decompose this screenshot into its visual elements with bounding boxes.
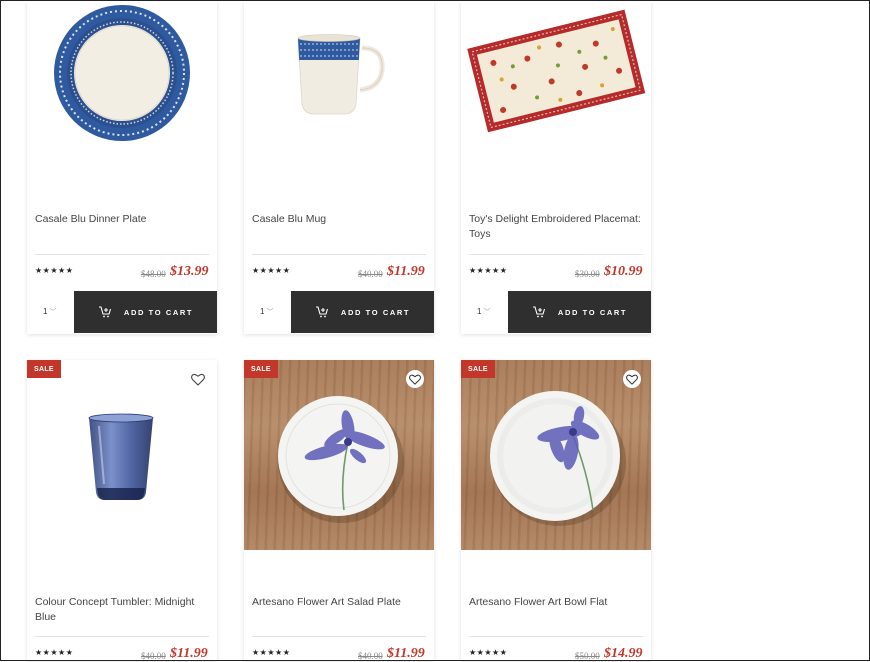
- rating-stars: ★★★★★: [252, 648, 291, 657]
- add-to-cart-button[interactable]: ADD TO CART: [291, 291, 434, 333]
- product-card[interactable]: SALE Artesano Flower Art Salad Plate ★★★…: [244, 360, 434, 661]
- quantity-value: 1: [43, 307, 48, 316]
- product-image[interactable]: [461, 360, 651, 550]
- quantity-select[interactable]: 1 ﹀: [477, 307, 490, 317]
- sale-badge: SALE: [27, 360, 61, 378]
- product-card[interactable]: Casale Blu Dinner Plate ★★★★★ $48.00 $13…: [27, 0, 217, 334]
- product-image[interactable]: [244, 0, 434, 200]
- placemat-image: [467, 9, 646, 133]
- sale-badge: SALE: [461, 360, 495, 378]
- wishlist-button[interactable]: [406, 370, 424, 388]
- salad-plate-image: [278, 396, 404, 523]
- divider: [35, 636, 209, 637]
- sale-price: $13.99: [170, 264, 209, 279]
- cart-plus-icon: [315, 306, 328, 318]
- product-title[interactable]: Artesano Flower Art Salad Plate: [252, 595, 428, 610]
- rating-stars: ★★★★★: [252, 266, 291, 275]
- quantity-select[interactable]: 1 ﹀: [43, 307, 56, 317]
- cart-plus-icon: [98, 306, 111, 318]
- add-to-cart-button[interactable]: ADD TO CART: [74, 291, 217, 333]
- original-price: $40.00: [141, 651, 166, 661]
- product-image[interactable]: [244, 360, 434, 550]
- heart-icon: [626, 374, 638, 385]
- product-image[interactable]: [27, 0, 217, 200]
- product-title[interactable]: Casale Blu Dinner Plate: [35, 212, 211, 227]
- rating-stars: ★★★★★: [469, 266, 508, 275]
- dinner-plate-image: [54, 5, 190, 141]
- add-to-cart-label: ADD TO CART: [340, 307, 411, 317]
- quantity-select[interactable]: 1 ﹀: [260, 307, 273, 317]
- sale-badge: SALE: [244, 360, 278, 378]
- divider: [252, 254, 426, 255]
- original-price: $30.00: [575, 269, 600, 279]
- original-price: $50.00: [575, 651, 600, 661]
- divider: [469, 636, 643, 637]
- product-card[interactable]: Casale Blu Mug ★★★★★ $40.00 $11.99 1 ﹀ AD…: [244, 0, 434, 334]
- product-title[interactable]: Casale Blu Mug: [252, 212, 428, 227]
- product-title[interactable]: Artesano Flower Art Bowl Flat: [469, 595, 645, 610]
- product-card[interactable]: SALE Colour Concept Tumbler: Midnight Bl…: [27, 360, 217, 661]
- chevron-down-icon: ﹀: [49, 309, 57, 316]
- quantity-value: 1: [260, 307, 265, 316]
- sale-price: $14.99: [604, 646, 643, 661]
- quantity-value: 1: [477, 307, 482, 316]
- original-price: $40.00: [358, 269, 383, 279]
- sale-price: $11.99: [170, 646, 208, 661]
- divider: [35, 254, 209, 255]
- sale-price: $11.99: [387, 264, 425, 279]
- product-image[interactable]: [27, 360, 217, 550]
- sale-price: $10.99: [604, 264, 643, 279]
- chevron-down-icon: ﹀: [266, 309, 274, 316]
- product-image[interactable]: [461, 0, 651, 200]
- bowl-image: [490, 391, 626, 526]
- sale-price: $11.99: [387, 646, 425, 661]
- rating-stars: ★★★★★: [469, 648, 508, 657]
- cart-plus-icon: [532, 306, 545, 318]
- heart-icon: [191, 373, 205, 386]
- add-to-cart-label: ADD TO CART: [557, 307, 628, 317]
- product-title[interactable]: Toy's Delight Embroidered Placemat: Toys: [469, 212, 645, 242]
- original-price: $48.00: [141, 269, 166, 279]
- tumbler-image: [88, 413, 154, 500]
- chevron-down-icon: ﹀: [483, 309, 491, 316]
- wishlist-button[interactable]: [189, 370, 207, 388]
- original-price: $40.00: [358, 651, 383, 661]
- product-title[interactable]: Colour Concept Tumbler: Midnight Blue: [35, 595, 211, 625]
- product-card[interactable]: SALE Artesano Flower Art Bowl Flat ★★★★★…: [461, 360, 651, 661]
- rating-stars: ★★★★★: [35, 648, 74, 657]
- add-to-cart-button[interactable]: ADD TO CART: [508, 291, 651, 333]
- rating-stars: ★★★★★: [35, 266, 74, 275]
- divider: [252, 636, 426, 637]
- product-card[interactable]: Toy's Delight Embroidered Placemat: Toys…: [461, 0, 651, 334]
- add-to-cart-label: ADD TO CART: [123, 307, 194, 317]
- mug-image: [297, 34, 385, 115]
- wishlist-button[interactable]: [623, 370, 641, 388]
- divider: [469, 254, 643, 255]
- heart-icon: [409, 374, 421, 385]
